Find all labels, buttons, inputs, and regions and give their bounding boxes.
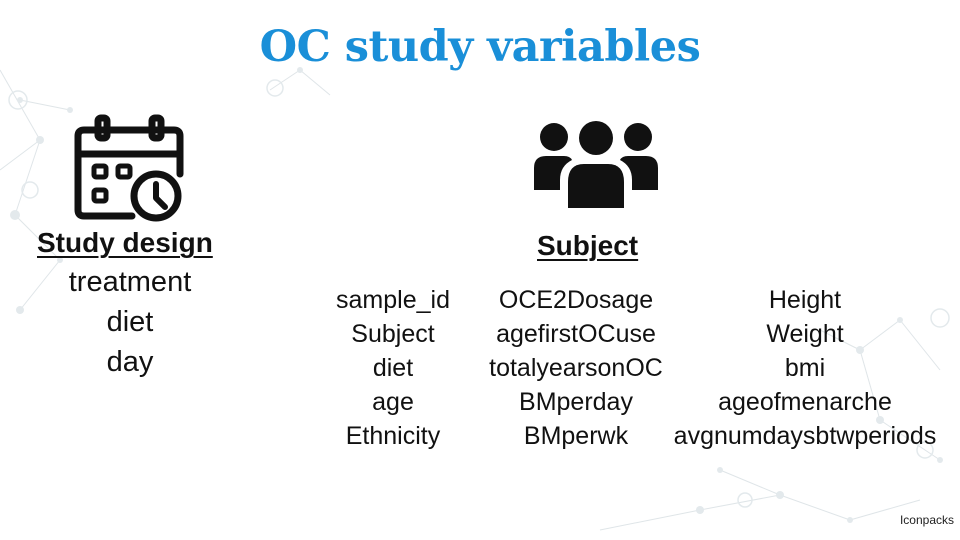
list-item: sample_id — [336, 286, 450, 314]
page-title: OC study variables — [259, 22, 701, 72]
list-item: OCE2Dosage — [498, 286, 654, 314]
subject-column-2: OCE2Dosage agefirstOCuse totalyearsonOC … — [476, 283, 676, 453]
calendar-clock-icon — [70, 112, 188, 229]
list-item: age — [372, 388, 414, 416]
subject-column-1: sample_id Subject diet age Ethnicity — [323, 283, 463, 453]
list-item: avgnumdaysbtwperiods — [673, 422, 937, 450]
list-item: Ethnicity — [345, 422, 441, 450]
list-item: day — [106, 346, 154, 378]
list-item: BMperwk — [523, 422, 629, 450]
list-item: Subject — [351, 320, 435, 348]
list-item: Weight — [766, 320, 844, 348]
list-item: treatment — [68, 266, 192, 298]
list-item: ageofmenarche — [718, 388, 892, 416]
icon-credit: Iconpacks — [899, 513, 954, 527]
study-design-list: treatment diet day — [40, 262, 220, 382]
list-item: diet — [372, 354, 414, 382]
subject-column-3: Height Weight bmi ageofmenarche avgnumda… — [656, 283, 954, 453]
list-item: totalyearsonOC — [489, 354, 663, 382]
list-item: bmi — [784, 354, 826, 382]
people-group-icon — [530, 120, 662, 217]
list-item: BMperday — [519, 388, 633, 416]
study-design-heading: Study design — [37, 227, 213, 258]
subject-heading: Subject — [537, 230, 639, 261]
list-item: Height — [768, 286, 842, 314]
list-item: diet — [106, 306, 154, 338]
list-item: agefirstOCuse — [496, 320, 656, 348]
